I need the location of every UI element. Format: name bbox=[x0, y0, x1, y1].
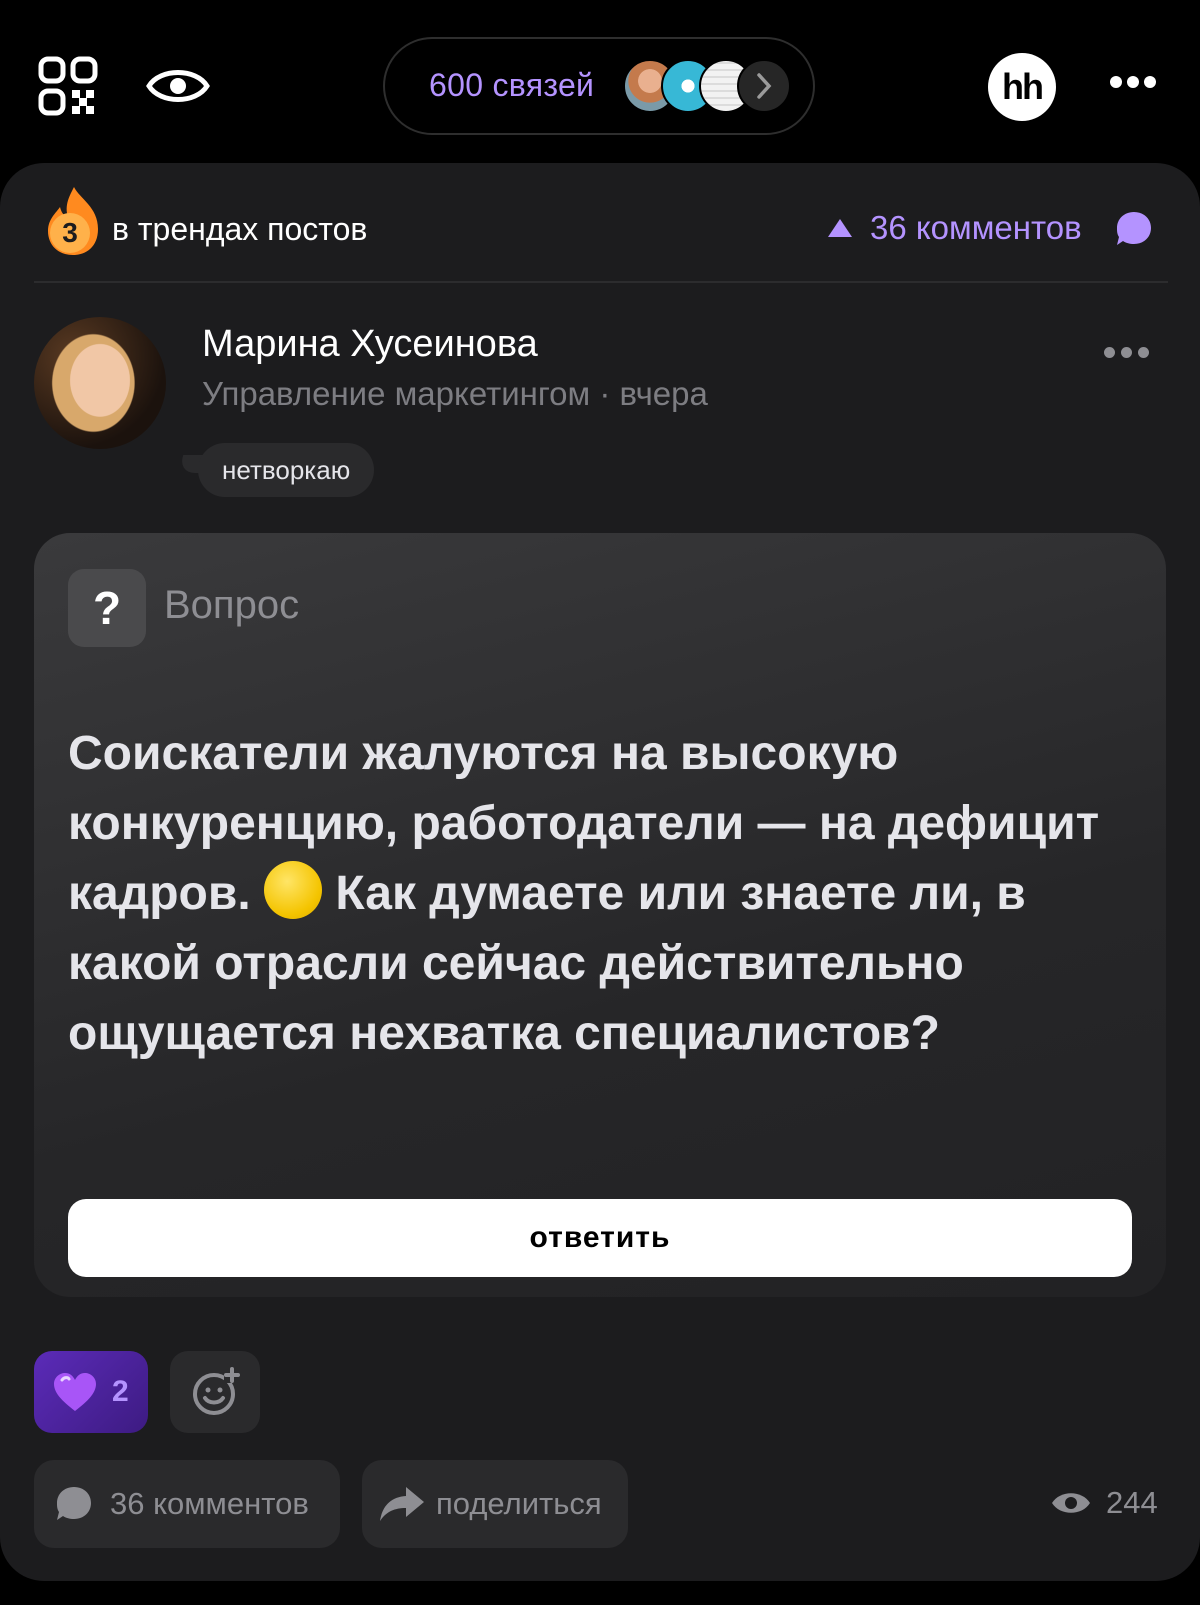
question-block: ? Вопрос Соискатели жалуются на высокую … bbox=[34, 533, 1166, 1297]
connections-button[interactable]: 600 связей bbox=[383, 37, 815, 135]
author-meta: Управление маркетингом · вчера bbox=[202, 375, 708, 412]
answer-button[interactable]: ответить bbox=[68, 1199, 1132, 1277]
share-button-label: поделиться bbox=[436, 1486, 602, 1521]
comments-button-label: 36 комментов bbox=[110, 1486, 309, 1521]
post-more-icon[interactable] bbox=[1104, 347, 1150, 361]
author-name[interactable]: Марина Хусеинова bbox=[202, 323, 538, 366]
purple-heart-icon bbox=[52, 1371, 98, 1413]
trend-fire-icon: 3 bbox=[44, 185, 102, 257]
share-icon bbox=[380, 1487, 424, 1521]
question-icon: ? bbox=[68, 569, 146, 647]
post-card: 3 в трендах постов 36 комментов Марина Х… bbox=[0, 163, 1200, 1581]
eye-icon[interactable] bbox=[146, 62, 210, 110]
question-text: Соискатели жалуются на высокую конкуренц… bbox=[68, 719, 1118, 1069]
status-badge: нетворкаю bbox=[198, 443, 375, 497]
trend-rank: 3 bbox=[62, 217, 78, 248]
comments-button[interactable]: 36 комментов bbox=[34, 1460, 340, 1548]
reaction-count: 2 bbox=[112, 1375, 129, 1408]
comment-icon bbox=[57, 1487, 91, 1520]
heart-reaction-button[interactable]: 2 bbox=[34, 1351, 148, 1433]
share-button[interactable]: поделиться bbox=[362, 1460, 628, 1548]
qr-code-icon[interactable] bbox=[38, 56, 98, 116]
question-label: Вопрос bbox=[164, 583, 300, 627]
eye-icon bbox=[1052, 1493, 1090, 1513]
comment-bubble-icon bbox=[1114, 209, 1154, 249]
trend-label: в трендах постов bbox=[112, 211, 368, 247]
chevron-right-icon bbox=[737, 59, 791, 113]
comments-count-top[interactable]: 36 комментов bbox=[870, 209, 1082, 247]
views-counter: 244 bbox=[1050, 1481, 1158, 1525]
author-avatar[interactable] bbox=[34, 317, 166, 449]
trend-row[interactable]: 3 в трендах постов 36 комментов bbox=[0, 163, 1200, 283]
yellow-circle-emoji-icon bbox=[264, 861, 323, 919]
triangle-up-icon bbox=[828, 219, 852, 237]
add-reaction-button[interactable] bbox=[170, 1351, 260, 1433]
views-count: 244 bbox=[1106, 1485, 1158, 1520]
more-icon[interactable] bbox=[1110, 76, 1156, 96]
hh-logo-button[interactable]: hh bbox=[988, 53, 1056, 121]
connections-avatars bbox=[623, 59, 803, 115]
add-emoji-icon bbox=[193, 1367, 240, 1415]
top-bar: 600 связей hh bbox=[0, 0, 1200, 160]
divider bbox=[34, 281, 1168, 283]
connections-label: 600 связей bbox=[429, 67, 595, 103]
